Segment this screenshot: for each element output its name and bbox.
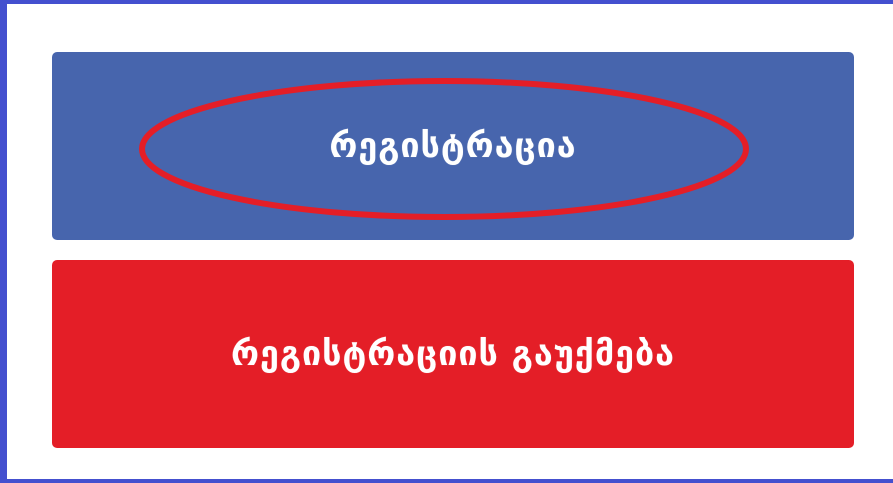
register-button-label: რეგისტრაცია xyxy=(329,126,577,166)
cancel-registration-button[interactable]: რეგისტრაციის გაუქმება xyxy=(52,260,854,448)
register-button[interactable]: რეგისტრაცია xyxy=(52,52,854,240)
cancel-registration-button-label: რეგისტრაციის გაუქმება xyxy=(230,334,675,374)
page-frame: რეგისტრაცია რეგისტრაციის გაუქმება xyxy=(0,0,893,483)
